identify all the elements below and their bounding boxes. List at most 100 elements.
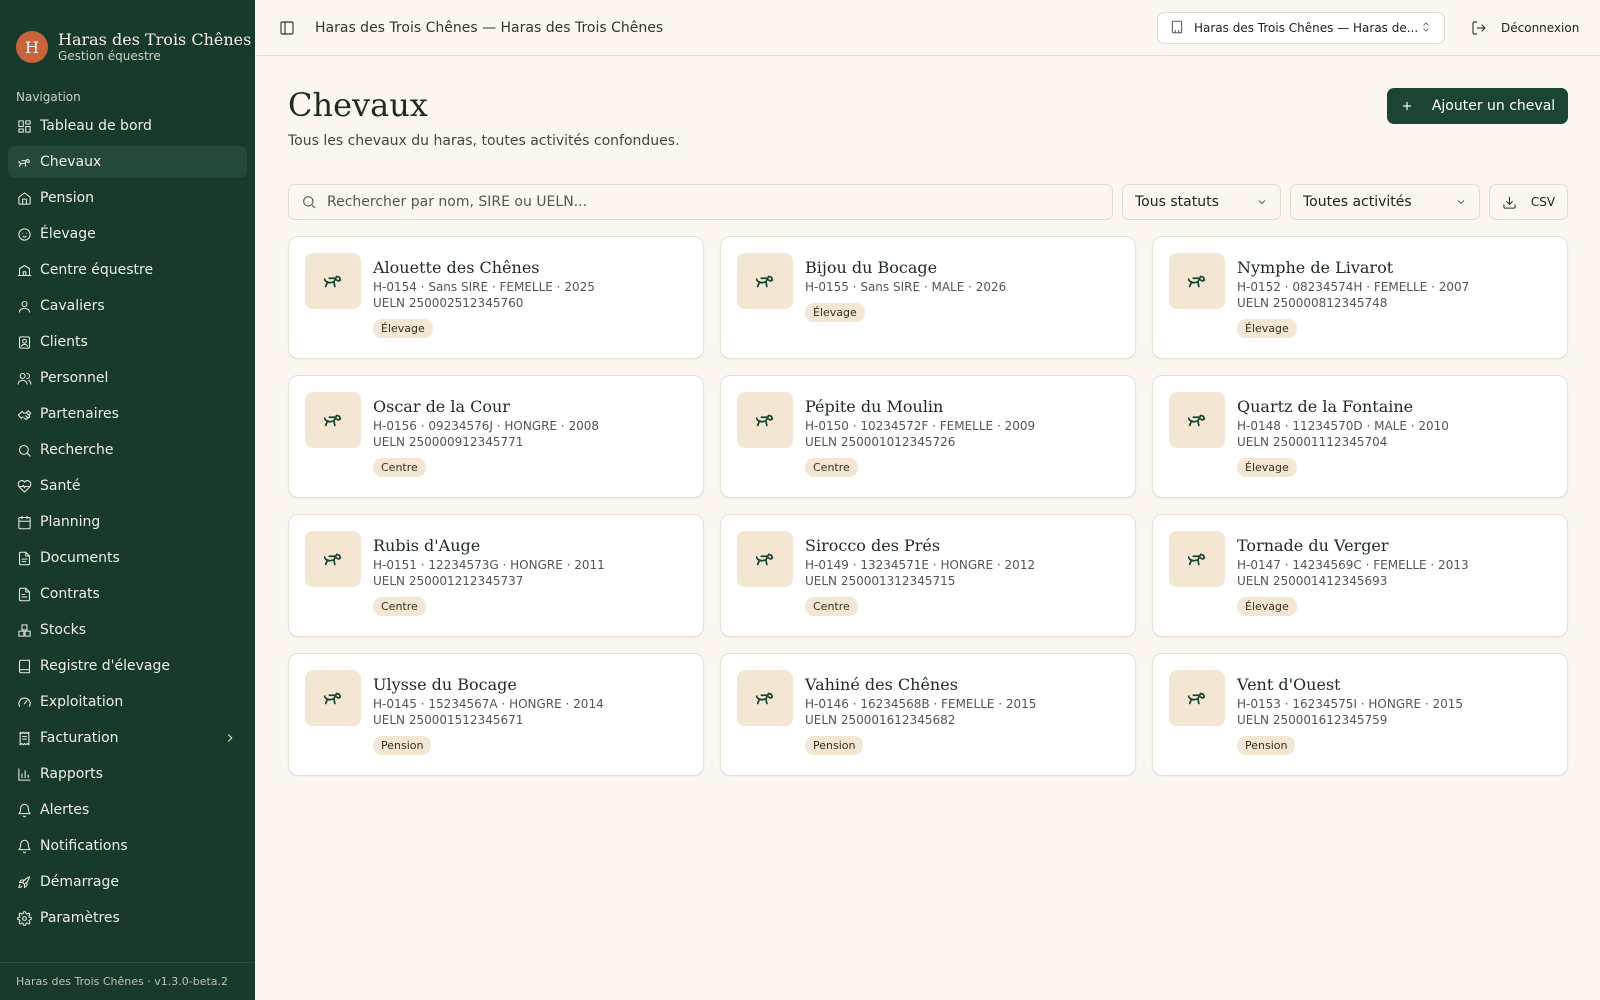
sidebar-item-label: Élevage	[40, 226, 96, 242]
horse-name: Quartz de la Fontaine	[1237, 397, 1414, 416]
sidebar-item-label: Registre d'élevage	[40, 658, 170, 674]
activity-badge: Élevage	[1237, 319, 1297, 338]
horse-card[interactable]: Sirocco des Prés H-0149 · 13234571E · HON…	[720, 514, 1136, 637]
organization-select[interactable]: Haras des Trois Chênes — Haras de...	[1157, 12, 1445, 44]
horse-ueln: UELN 250002512345760	[373, 296, 524, 310]
calendar-icon	[16, 514, 32, 530]
sidebar-item-registre-d-elevage[interactable]: Registre d'élevage	[8, 650, 247, 682]
sidebar-item-exploitation[interactable]: Exploitation	[8, 686, 247, 718]
sidebar-item-demarrage[interactable]: Démarrage	[8, 866, 247, 898]
sidebar-item-facturation[interactable]: Facturation	[8, 722, 247, 754]
sidebar-item-chevaux[interactable]: Chevaux	[8, 146, 247, 178]
horse-meta: H-0148 · 11234570D · MALE · 2010	[1237, 419, 1449, 433]
horse-meta: H-0145 · 15234567A · HONGRE · 2014	[373, 697, 604, 711]
export-csv-label: CSV	[1530, 195, 1556, 209]
horse-ueln: UELN 250001212345737	[373, 574, 524, 588]
sidebar: H Haras des Trois Chênes Gestion équestr…	[0, 0, 255, 1000]
status-filter-select[interactable]: Tous statuts	[1122, 184, 1281, 220]
sidebar-item-label: Documents	[40, 550, 120, 566]
horse-name: Ulysse du Bocage	[373, 675, 517, 694]
horse-card[interactable]: Pépite du Moulin H-0150 · 10234572F · FEM…	[720, 375, 1136, 498]
horse-card[interactable]: Ulysse du Bocage H-0145 · 15234567A · HON…	[288, 653, 704, 776]
receipt-icon	[16, 730, 32, 746]
horse-card[interactable]: Vent d'Ouest H-0153 · 16234575I · HONGRE …	[1152, 653, 1568, 776]
sidebar-item-sante[interactable]: Santé	[8, 470, 247, 502]
horse-ueln: UELN 250001612345759	[1237, 713, 1388, 727]
horse-card[interactable]: Vahiné des Chênes H-0146 · 16234568B · FE…	[720, 653, 1136, 776]
activity-badge: Élevage	[1237, 458, 1297, 477]
sidebar-item-tableau-de-bord[interactable]: Tableau de bord	[8, 110, 247, 142]
nav-heading: Navigation	[16, 90, 81, 104]
search-input[interactable]	[327, 194, 1100, 210]
activity-badge: Élevage	[805, 303, 865, 322]
horse-card[interactable]: Quartz de la Fontaine H-0148 · 11234570D …	[1152, 375, 1568, 498]
sidebar-item-label: Contrats	[40, 586, 100, 602]
page-subtitle: Tous les chevaux du haras, toutes activi…	[288, 133, 680, 149]
sidebar-toggle-button[interactable]	[273, 14, 301, 42]
horse-avatar	[1169, 253, 1225, 309]
horse-meta: H-0155 · Sans SIRE · MALE · 2026	[805, 280, 1007, 294]
horse-meta: H-0153 · 16234575I · HONGRE · 2015	[1237, 697, 1464, 711]
horse-name: Pépite du Moulin	[805, 397, 944, 416]
sidebar-item-recherche[interactable]: Recherche	[8, 434, 247, 466]
brand[interactable]: H Haras des Trois Chênes Gestion équestr…	[0, 0, 255, 74]
horse-grid: Alouette des Chênes H-0154 · Sans SIRE · …	[288, 236, 1568, 776]
sidebar-item-partenaires[interactable]: Partenaires	[8, 398, 247, 430]
horse-name: Vahiné des Chênes	[805, 675, 958, 694]
search-icon	[303, 196, 316, 209]
sidebar-item-documents[interactable]: Documents	[8, 542, 247, 574]
sidebar-item-rapports[interactable]: Rapports	[8, 758, 247, 790]
brand-name: Haras des Trois Chênes	[58, 30, 252, 49]
horse-card[interactable]: Oscar de la Cour H-0156 · 09234576J · HON…	[288, 375, 704, 498]
activity-filter-value: Toutes activités	[1303, 194, 1412, 210]
activity-badge: Centre	[805, 597, 858, 616]
sidebar-item-clients[interactable]: Clients	[8, 326, 247, 358]
sidebar-item-planning[interactable]: Planning	[8, 506, 247, 538]
horse-avatar	[737, 531, 793, 587]
horse-name: Rubis d'Auge	[373, 536, 481, 555]
horse-avatar	[737, 670, 793, 726]
horse-avatar	[305, 531, 361, 587]
horse-name: Oscar de la Cour	[373, 397, 510, 416]
handshake-icon	[16, 406, 32, 422]
sidebar-item-parametres[interactable]: Paramètres	[8, 902, 247, 934]
horse-icon	[323, 275, 342, 288]
horse-ueln: UELN 250001312345715	[805, 574, 956, 588]
chevron-right-icon[interactable]	[223, 731, 237, 745]
sidebar-item-pension[interactable]: Pension	[8, 182, 247, 214]
sidebar-item-notifications[interactable]: Notifications	[8, 830, 247, 862]
logout-button[interactable]: Déconnexion	[1463, 12, 1587, 44]
sidebar-item-label: Cavaliers	[40, 298, 105, 314]
horse-icon	[323, 692, 342, 705]
sidebar-item-personnel[interactable]: Personnel	[8, 362, 247, 394]
school-icon	[16, 262, 32, 278]
sidebar-item-cavaliers[interactable]: Cavaliers	[8, 290, 247, 322]
horse-name: Tornade du Verger	[1237, 536, 1389, 555]
horse-meta: H-0156 · 09234576J · HONGRE · 2008	[373, 419, 600, 433]
horse-avatar	[1169, 392, 1225, 448]
sidebar-item-alertes[interactable]: Alertes	[8, 794, 247, 826]
sidebar-item-label: Planning	[40, 514, 101, 530]
horse-card[interactable]: Alouette des Chênes H-0154 · Sans SIRE · …	[288, 236, 704, 359]
boxes-icon	[16, 622, 32, 638]
search-field[interactable]	[288, 184, 1113, 220]
activity-badge: Pension	[373, 736, 432, 755]
sidebar-item-centre-equestre[interactable]: Centre équestre	[8, 254, 247, 286]
horse-avatar	[305, 392, 361, 448]
horse-card[interactable]: Bijou du Bocage H-0155 · Sans SIRE · MALE…	[720, 236, 1136, 359]
horse-meta: H-0146 · 16234568B · FEMELLE · 2015	[805, 697, 1037, 711]
sidebar-item-contrats[interactable]: Contrats	[8, 578, 247, 610]
add-horse-button[interactable]: Ajouter un cheval	[1387, 88, 1568, 124]
sidebar-item-label: Alertes	[40, 802, 90, 818]
horse-card[interactable]: Nymphe de Livarot H-0152 · 08234574H · FE…	[1152, 236, 1568, 359]
horse-name: Sirocco des Prés	[805, 536, 941, 555]
export-csv-button[interactable]: CSV	[1489, 184, 1568, 220]
activity-filter-select[interactable]: Toutes activités	[1290, 184, 1480, 220]
top-header: Haras des Trois Chênes — Haras des Trois…	[255, 0, 1600, 56]
sidebar-item-stocks[interactable]: Stocks	[8, 614, 247, 646]
bell-ring-icon	[16, 838, 32, 854]
sidebar-item-elevage[interactable]: Élevage	[8, 218, 247, 250]
horse-card[interactable]: Rubis d'Auge H-0151 · 12234573G · HONGRE …	[288, 514, 704, 637]
brand-logo: H	[16, 31, 48, 63]
horse-card[interactable]: Tornade du Verger H-0147 · 14234569C · FE…	[1152, 514, 1568, 637]
